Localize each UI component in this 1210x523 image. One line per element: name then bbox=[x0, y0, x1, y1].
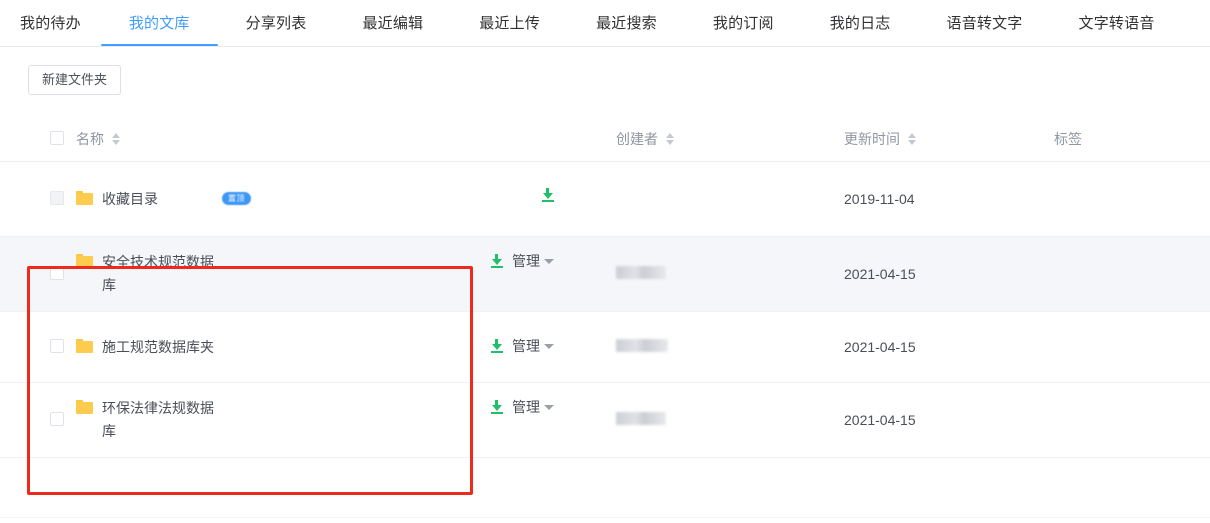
tab-label: 我的文库 bbox=[128, 15, 190, 32]
table-header: 名称 创建者 更新时间 标签 bbox=[0, 117, 1210, 162]
toolbar: 新建文件夹 bbox=[0, 47, 1210, 99]
pinned-badge: 置顶 bbox=[222, 191, 251, 205]
folder-icon bbox=[76, 338, 93, 353]
redacted-creator-name bbox=[616, 339, 668, 352]
file-name-cell: 安全技术规范数据库 管理 bbox=[76, 237, 616, 312]
tag-cell bbox=[1054, 312, 1210, 383]
tab-7[interactable]: 我的日志 bbox=[802, 0, 919, 46]
tag-cell bbox=[1054, 237, 1210, 312]
table-row[interactable]: 环保法律法规数据库 管理 2021-04-15 bbox=[0, 383, 1210, 458]
tab-3[interactable]: 最近编辑 bbox=[334, 0, 451, 46]
manage-dropdown[interactable]: 管理 bbox=[512, 251, 554, 271]
updated-date-cell: 2019-11-04 bbox=[844, 191, 915, 207]
row-actions: 管理 bbox=[490, 251, 616, 271]
column-header-updated[interactable]: 更新时间 bbox=[844, 117, 1054, 162]
creator-cell bbox=[616, 237, 844, 312]
row-checkbox[interactable] bbox=[50, 265, 64, 280]
row-actions bbox=[541, 187, 616, 202]
tab-1[interactable]: 我的文库 bbox=[100, 0, 218, 46]
file-name-cell: 施工规范数据库夹 管理 bbox=[76, 312, 616, 383]
file-table: 名称 创建者 更新时间 标签 收藏目录 置顶 2019-11-04 安全技术规范… bbox=[0, 117, 1210, 458]
manage-dropdown[interactable]: 管理 bbox=[512, 397, 554, 417]
row-actions: 管理 bbox=[490, 397, 616, 417]
tab-label: 文字转语音 bbox=[1078, 15, 1155, 32]
table-row[interactable]: 安全技术规范数据库 管理 2021-04-15 bbox=[0, 236, 1210, 312]
column-header-tag: 标签 bbox=[1054, 117, 1210, 162]
download-icon[interactable] bbox=[490, 254, 503, 268]
file-name-label[interactable]: 收藏目录 bbox=[102, 188, 214, 211]
folder-icon bbox=[76, 400, 93, 414]
row-checkbox[interactable] bbox=[50, 411, 64, 426]
download-icon[interactable] bbox=[490, 400, 503, 414]
sort-icon[interactable] bbox=[666, 133, 674, 145]
tab-9[interactable]: 文字转语音 bbox=[1051, 0, 1183, 46]
tab-label: 我的待办 bbox=[20, 15, 81, 32]
sort-icon[interactable] bbox=[112, 133, 120, 145]
row-select-cell bbox=[0, 312, 76, 383]
creator-cell bbox=[616, 312, 844, 383]
tab-label: 语音转文字 bbox=[946, 15, 1023, 32]
select-all-header bbox=[0, 117, 76, 162]
download-icon[interactable] bbox=[541, 187, 554, 202]
tab-0[interactable]: 我的待办 bbox=[0, 0, 101, 46]
tab-6[interactable]: 我的订阅 bbox=[685, 0, 802, 46]
file-name-label[interactable]: 环保法律法规数据库 bbox=[102, 397, 214, 443]
sort-icon[interactable] bbox=[908, 133, 916, 145]
file-name-cell: 环保法律法规数据库 管理 bbox=[76, 383, 616, 458]
row-select-cell bbox=[0, 162, 76, 237]
table-row[interactable]: 收藏目录 置顶 2019-11-04 bbox=[0, 162, 1210, 237]
column-header-creator-label: 创建者 bbox=[616, 131, 658, 147]
row-checkbox[interactable] bbox=[50, 190, 64, 205]
new-folder-button[interactable]: 新建文件夹 bbox=[28, 65, 122, 95]
tab-4[interactable]: 最近上传 bbox=[451, 0, 568, 46]
column-header-updated-label: 更新时间 bbox=[844, 131, 900, 147]
folder-icon bbox=[76, 190, 93, 205]
table-header-row: 名称 创建者 更新时间 标签 bbox=[0, 117, 1210, 162]
file-name-label[interactable]: 施工规范数据库夹 bbox=[102, 336, 252, 359]
tab-label: 我的日志 bbox=[829, 15, 891, 32]
redacted-creator-name bbox=[616, 266, 666, 279]
chevron-down-icon bbox=[544, 259, 554, 265]
tab-5[interactable]: 最近搜索 bbox=[568, 0, 685, 46]
column-header-name[interactable]: 名称 bbox=[76, 117, 616, 162]
file-name-cell: 收藏目录 置顶 bbox=[76, 162, 616, 237]
tab-label: 最近编辑 bbox=[362, 15, 424, 32]
tab-label: 我的订阅 bbox=[712, 15, 774, 32]
tab-list: 我的待办 我的文库 分享列表 最近编辑 最近上传 最近搜索 我的订阅 我的日志 语音转文字 文字转… bbox=[0, 0, 1210, 46]
table-row[interactable]: 施工规范数据库夹 管理 2021-04-15 bbox=[0, 312, 1210, 383]
manage-label: 管理 bbox=[512, 337, 540, 354]
updated-date-cell: 2021-04-15 bbox=[844, 266, 916, 282]
table-body: 收藏目录 置顶 2019-11-04 安全技术规范数据库 管理 2021-04-15 施工规… bbox=[0, 162, 1210, 458]
column-header-name-label: 名称 bbox=[76, 131, 104, 147]
tab-8[interactable]: 语音转文字 bbox=[919, 0, 1051, 46]
manage-dropdown[interactable]: 管理 bbox=[512, 336, 554, 356]
tag-cell bbox=[1054, 383, 1210, 458]
tab-label: 最近搜索 bbox=[596, 15, 657, 32]
tab-label: 最近上传 bbox=[479, 15, 541, 32]
folder-icon bbox=[76, 254, 93, 268]
creator-cell bbox=[616, 162, 844, 237]
file-name-label[interactable]: 安全技术规范数据库 bbox=[102, 251, 214, 297]
redacted-creator-name bbox=[616, 412, 666, 425]
select-all-checkbox[interactable] bbox=[50, 130, 64, 145]
tab-bar: 我的待办 我的文库 分享列表 最近编辑 最近上传 最近搜索 我的订阅 我的日志 语音转文字 文字转… bbox=[0, 0, 1210, 47]
creator-cell bbox=[616, 383, 844, 458]
column-header-tag-label: 标签 bbox=[1054, 131, 1082, 147]
chevron-down-icon bbox=[544, 405, 554, 411]
row-actions: 管理 bbox=[490, 336, 616, 356]
manage-label: 管理 bbox=[512, 399, 540, 415]
download-icon[interactable] bbox=[490, 338, 503, 353]
tab-label: 分享列表 bbox=[245, 15, 307, 32]
row-select-cell bbox=[0, 383, 76, 458]
column-header-creator[interactable]: 创建者 bbox=[616, 117, 844, 162]
tab-2[interactable]: 分享列表 bbox=[218, 0, 335, 46]
row-checkbox[interactable] bbox=[50, 338, 64, 353]
row-select-cell bbox=[0, 237, 76, 312]
manage-label: 管理 bbox=[512, 253, 540, 269]
updated-date-cell: 2021-04-15 bbox=[844, 339, 916, 355]
chevron-down-icon bbox=[544, 343, 554, 349]
tag-cell bbox=[1054, 162, 1210, 237]
bottom-divider bbox=[0, 517, 1210, 518]
updated-date-cell: 2021-04-15 bbox=[844, 412, 916, 428]
